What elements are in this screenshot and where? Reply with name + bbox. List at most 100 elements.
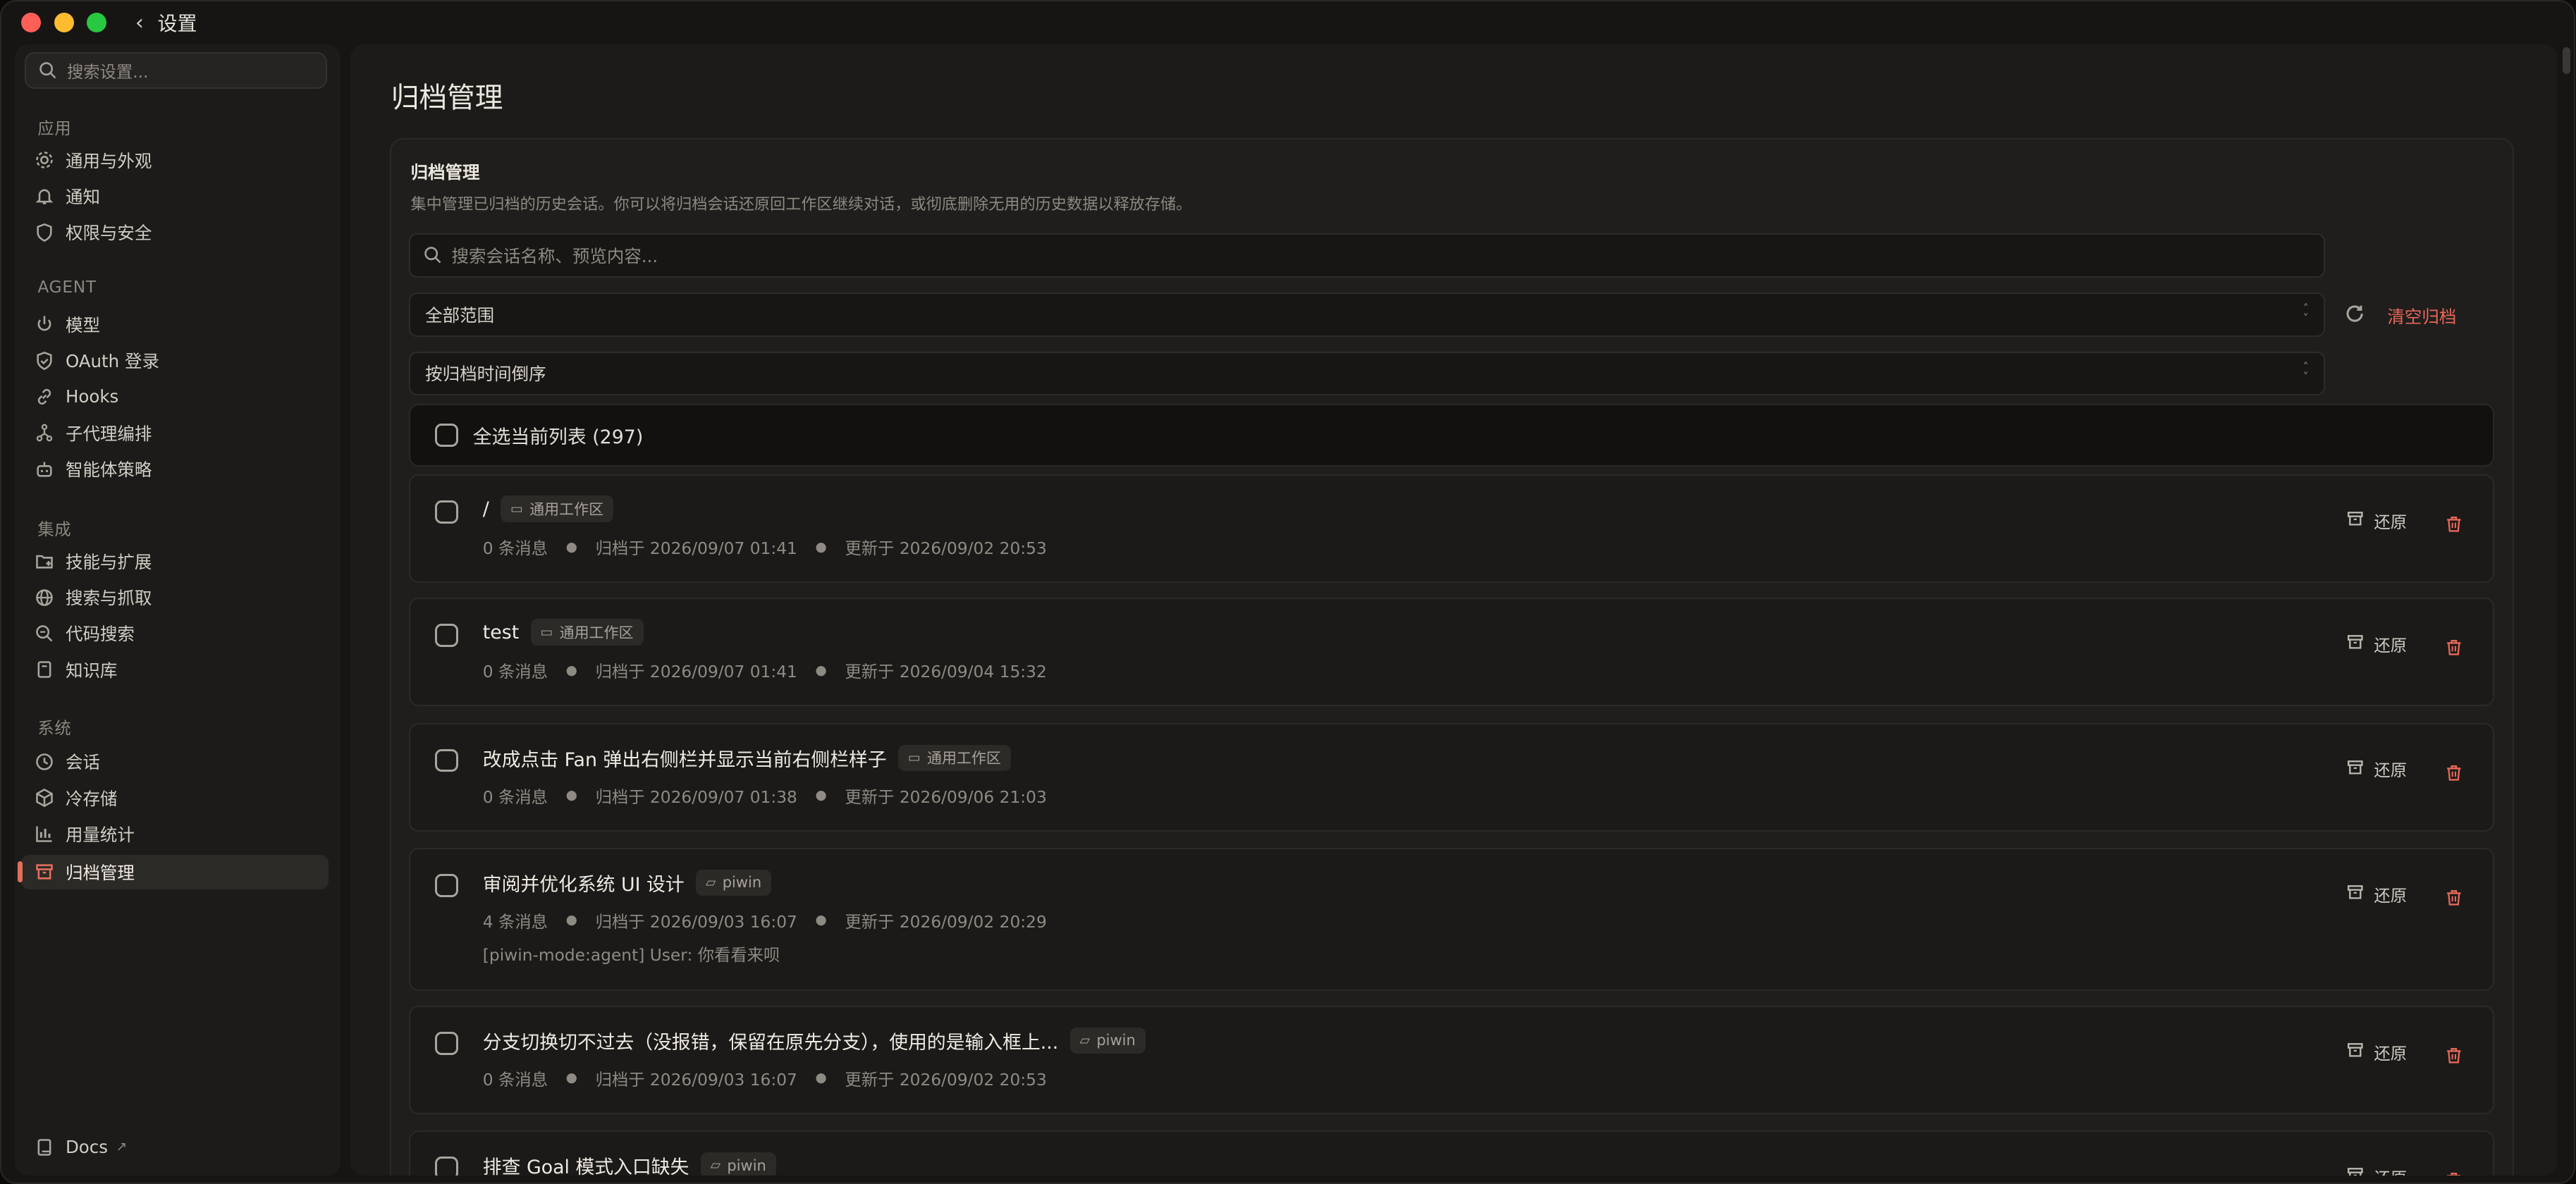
row-checkbox[interactable] — [435, 1157, 458, 1176]
settings-window: ‹ 设置 搜索设置... 应用 通用与外观 通知 权限与安全 AGENT 模型 … — [0, 0, 2575, 1184]
refresh-button[interactable] — [2341, 300, 2367, 326]
row-message-count: 0 条消息 — [482, 662, 548, 682]
card-description: 集中管理已归档的历史会话。你可以将归档会话还原回工作区继续对话，或彻底删除无用的… — [410, 195, 1192, 214]
archive-restore-icon — [2346, 633, 2365, 655]
delete-button[interactable] — [2445, 882, 2463, 913]
archive-row: 排查 Goal 模式入口缺失 ▱ piwin 还原 — [409, 1130, 2495, 1176]
archive-search-input[interactable]: 搜索会话名称、预览内容... — [409, 233, 2325, 278]
sidebar-item-label: 代码搜索 — [65, 624, 135, 645]
section-label-integrations: 集成 — [37, 520, 72, 540]
workspace-tag: ▱ piwin — [696, 869, 772, 896]
select-all-checkbox[interactable] — [435, 424, 458, 447]
row-title-line: 审阅并优化系统 UI 设计 ▱ piwin — [483, 869, 772, 896]
row-checkbox[interactable] — [435, 873, 458, 897]
scope-select[interactable]: 全部范围 ˄ ˅ — [409, 292, 2325, 337]
sidebar-item-general[interactable]: 通用与外观 — [21, 143, 329, 178]
docs-link[interactable]: Docs ↗ — [21, 1129, 329, 1165]
sidebar-item-label: 冷存储 — [65, 788, 118, 809]
trash-icon — [2446, 1173, 2461, 1176]
sidebar-item-cold-storage[interactable]: 冷存储 — [21, 781, 329, 815]
sidebar-item-label: 通用与外观 — [65, 150, 152, 171]
row-title: 排查 Goal 模式入口缺失 — [482, 1157, 689, 1176]
book-icon — [32, 1136, 56, 1159]
row-updated-time: 更新于 2026/09/06 21:03 — [845, 787, 1047, 807]
archive-restore-icon — [2346, 510, 2365, 532]
separator-dot: ● — [565, 913, 577, 928]
sidebar-item-sessions[interactable]: 会话 — [21, 744, 329, 779]
bot-icon — [32, 457, 56, 481]
row-checkbox[interactable] — [435, 500, 458, 524]
sort-select[interactable]: 按归档时间倒序 ˄ ˅ — [409, 351, 2325, 396]
row-title-line: / ▭ 通用工作区 — [483, 495, 614, 522]
scrollbar-thumb[interactable] — [2562, 47, 2571, 74]
restore-button[interactable]: 还原 — [2346, 882, 2407, 906]
separator-dot: ● — [565, 788, 577, 803]
select-all-bar[interactable]: 全选当前列表 (297) — [409, 404, 2495, 467]
delete-button[interactable] — [2445, 1165, 2463, 1176]
sidebar-item-usage[interactable]: 用量统计 — [21, 817, 329, 851]
row-checkbox[interactable] — [435, 748, 458, 772]
separator-dot: ● — [565, 539, 577, 555]
history-icon — [32, 751, 56, 774]
row-updated-time: 更新于 2026/09/04 15:32 — [845, 662, 1047, 682]
sidebar-item-models[interactable]: 模型 — [21, 307, 329, 342]
refresh-icon — [2346, 305, 2363, 322]
row-meta: 0 条消息 ● 归档于 2026/09/07 01:41 ● 更新于 2026/09… — [483, 535, 1047, 559]
tag-label: piwin — [727, 1157, 766, 1174]
sidebar-item-agent-policy[interactable]: 智能体策略 — [21, 452, 329, 486]
archive-restore-icon — [2346, 1166, 2365, 1176]
scope-select-value: 全部范围 — [425, 304, 495, 326]
sidebar-item-oauth[interactable]: OAuth 登录 — [21, 343, 329, 378]
row-checkbox[interactable] — [435, 1031, 458, 1055]
window-title: 设置 — [157, 12, 197, 36]
delete-button[interactable] — [2445, 757, 2463, 788]
separator-dot: ● — [565, 1071, 577, 1086]
sidebar-item-subagents[interactable]: 子代理编排 — [21, 416, 329, 450]
clear-archive-button[interactable]: 清空归档 — [2387, 304, 2456, 328]
restore-button[interactable]: 还原 — [2346, 509, 2407, 533]
row-checkbox[interactable] — [435, 624, 458, 648]
restore-button[interactable]: 还原 — [2346, 1165, 2407, 1176]
close-window-button[interactable] — [20, 13, 41, 33]
back-chevron-icon[interactable]: ‹ — [130, 11, 149, 35]
sidebar-item-archive[interactable]: 归档管理 — [18, 854, 329, 889]
sidebar-item-label: 权限与安全 — [65, 223, 152, 244]
delete-button[interactable] — [2445, 632, 2463, 663]
title-bar: ‹ 设置 — [1, 1, 2574, 44]
sidebar-item-skills[interactable]: 技能与扩展 — [21, 544, 329, 579]
bar-chart-icon — [32, 822, 56, 846]
sidebar-item-notifications[interactable]: 通知 — [21, 179, 329, 214]
delete-button[interactable] — [2445, 509, 2463, 540]
separator-dot: ● — [815, 539, 827, 555]
restore-button[interactable]: 还原 — [2346, 1040, 2407, 1064]
chevron-up-down-icon: ˄ ˅ — [2302, 360, 2309, 384]
archive-row: 分支切换切不过去（没报错，保留在原先分支），使用的是输入框上... ▱ piwin… — [409, 1005, 2495, 1114]
row-message-count: 0 条消息 — [482, 1070, 548, 1090]
separator-dot: ● — [815, 1071, 827, 1086]
sidebar-item-label: 子代理编排 — [65, 423, 152, 444]
sort-select-value: 按归档时间倒序 — [425, 364, 546, 385]
settings-search-input[interactable]: 搜索设置... — [24, 52, 327, 89]
row-archived-time: 归档于 2026/09/03 16:07 — [595, 912, 797, 932]
zoom-window-button[interactable] — [87, 13, 107, 33]
delete-button[interactable] — [2445, 1040, 2463, 1071]
minimize-window-button[interactable] — [54, 13, 74, 33]
archive-restore-icon — [2346, 883, 2365, 906]
sidebar-item-label: 会话 — [65, 752, 100, 773]
restore-button[interactable]: 还原 — [2346, 632, 2407, 656]
row-archived-time: 归档于 2026/09/07 01:41 — [595, 539, 797, 559]
row-updated-time: 更新于 2026/09/02 20:53 — [845, 539, 1047, 559]
sidebar-item-code-search[interactable]: 代码搜索 — [21, 616, 329, 650]
gear-icon — [32, 149, 56, 172]
sidebar: 搜索设置... 应用 通用与外观 通知 权限与安全 AGENT 模型 OAuth… — [14, 44, 341, 1176]
sidebar-item-search-crawl[interactable]: 搜索与抓取 — [21, 580, 329, 615]
restore-button[interactable]: 还原 — [2346, 757, 2407, 781]
restore-label: 还原 — [2374, 513, 2408, 533]
archive-row: 审阅并优化系统 UI 设计 ▱ piwin 4 条消息 ● 归档于 2026/09/… — [409, 847, 2495, 991]
sidebar-item-knowledge-base[interactable]: 知识库 — [21, 653, 329, 687]
sidebar-item-label: 技能与扩展 — [65, 551, 152, 572]
archive-icon — [32, 861, 56, 884]
workspace-tag: ▭ 通用工作区 — [501, 495, 614, 522]
sidebar-item-hooks[interactable]: Hooks — [21, 380, 329, 414]
sidebar-item-permissions[interactable]: 权限与安全 — [21, 215, 329, 249]
